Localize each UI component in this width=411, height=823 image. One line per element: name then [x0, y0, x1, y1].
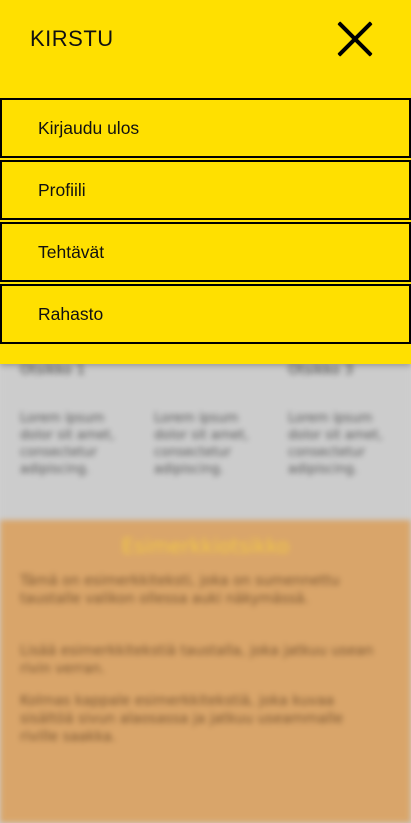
info-section-title: Esimerkkiotsikko: [121, 534, 290, 558]
feature-columns-section: Otsikko 1 Lorem ipsum dolor sit amet, co…: [0, 340, 411, 520]
feature-column-text: Lorem ipsum dolor sit amet, consectetur …: [154, 411, 249, 477]
info-section: Esimerkkiotsikko Tämä on esimerkkiteksti…: [0, 520, 411, 823]
brand-title: KIRSTU: [30, 26, 114, 51]
menu-item-tasks[interactable]: Tehtävät: [0, 222, 411, 282]
feature-column-heading: Otsikko 3: [288, 362, 354, 378]
menu-item-logout[interactable]: Kirjaudu ulos: [0, 98, 411, 158]
close-icon[interactable]: [334, 18, 376, 60]
info-paragraph: Kolmas kappale esimerkkitekstiä, joka ku…: [20, 693, 344, 745]
info-paragraph: Lisää esimerkkitekstiä taustalla, joka j…: [20, 643, 374, 677]
feature-column-heading: Otsikko 1: [20, 362, 86, 378]
menu-item-label: Tehtävät: [38, 242, 105, 262]
menu-item-label: Profiili: [38, 180, 86, 200]
menu-item-label: Kirjaudu ulos: [38, 118, 140, 138]
menu-item-fund[interactable]: Rahasto: [0, 284, 411, 344]
feature-column-text: Lorem ipsum dolor sit amet, consectetur …: [288, 411, 383, 477]
menu-item-label: Rahasto: [38, 304, 104, 324]
menu-item-profile[interactable]: Profiili: [0, 160, 411, 220]
nav-menu-overlay: KIRSTU Kirjaudu ulos Profiili Tehtävät R…: [0, 0, 411, 364]
feature-column-text: Lorem ipsum dolor sit amet, consectetur …: [20, 411, 115, 477]
info-paragraph: Tämä on esimerkkiteksti, joka on sumenne…: [20, 573, 340, 607]
